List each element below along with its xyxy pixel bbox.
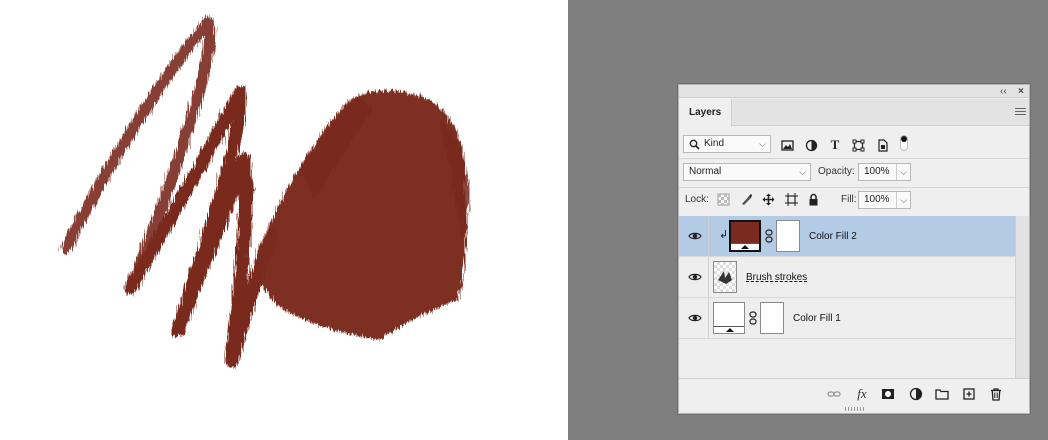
fill-field[interactable]: 100% ⌵ bbox=[858, 191, 911, 209]
visibility-column bbox=[679, 257, 709, 297]
search-icon bbox=[689, 139, 700, 150]
eye-icon[interactable] bbox=[688, 312, 702, 324]
shape-filter-icon[interactable] bbox=[851, 138, 865, 152]
layer-name[interactable]: Color Fill 1 bbox=[793, 313, 841, 325]
chevron-down-icon: ⌵ bbox=[896, 164, 907, 180]
panel-tab-row: Layers bbox=[679, 99, 1029, 127]
filter-kind-label: Kind bbox=[704, 138, 725, 149]
visibility-column bbox=[679, 216, 709, 256]
color-fill-thumbnail[interactable] bbox=[729, 220, 761, 252]
link-chain-icon[interactable] bbox=[749, 311, 757, 325]
collapse-panel-icon[interactable]: ‹‹ bbox=[1000, 85, 1007, 98]
layer-row[interactable]: Brush strokes bbox=[679, 257, 1015, 298]
chevron-down-icon: ⌵ bbox=[896, 192, 907, 208]
link-layers-icon[interactable] bbox=[826, 386, 842, 402]
fill-value: 100% bbox=[864, 194, 890, 205]
document-canvas[interactable] bbox=[0, 0, 568, 440]
type-filter-icon[interactable]: T bbox=[828, 137, 842, 152]
new-group-folder-icon[interactable] bbox=[934, 386, 950, 402]
lock-row: Lock: Fill: 100% ⌵ bbox=[679, 191, 1029, 211]
fx-layer-style-icon[interactable]: fx bbox=[854, 386, 870, 402]
layer-name[interactable]: Color Fill 2 bbox=[809, 231, 857, 243]
lock-position-icon[interactable] bbox=[762, 193, 776, 207]
brush-strokes-artwork bbox=[60, 16, 470, 367]
blend-mode-dropdown[interactable]: Normal ⌵ bbox=[683, 163, 811, 181]
blend-mode-value: Normal bbox=[689, 166, 722, 177]
hamburger-menu-icon[interactable] bbox=[1015, 108, 1026, 117]
prevent-autonest-icon[interactable] bbox=[785, 193, 799, 207]
layer-filter-row: Kind ⌵ T bbox=[679, 135, 1029, 155]
layers-scrollbar[interactable] bbox=[1015, 216, 1029, 378]
chevron-down-icon: ⌵ bbox=[759, 139, 766, 149]
chevron-down-icon: ⌵ bbox=[799, 167, 806, 177]
blend-row: Normal ⌵ Opacity: 100% ⌵ bbox=[679, 163, 1029, 183]
resize-grip[interactable] bbox=[845, 407, 865, 411]
trash-delete-icon[interactable] bbox=[988, 386, 1004, 402]
new-layer-icon[interactable] bbox=[961, 386, 977, 402]
clipping-mask-arrow-icon: ↲ bbox=[719, 229, 729, 241]
layers-panel: ‹‹ × Layers Kind ⌵ T Normal ⌵ Opacity: 1… bbox=[678, 84, 1030, 414]
opacity-field[interactable]: 100% ⌵ bbox=[858, 163, 911, 181]
image-filter-icon[interactable] bbox=[780, 138, 794, 152]
link-chain-icon[interactable] bbox=[765, 229, 773, 243]
panel-title-strip: ‹‹ × bbox=[679, 85, 1029, 98]
tab-layers[interactable]: Layers bbox=[679, 99, 733, 127]
opacity-label: Opacity: bbox=[818, 166, 855, 177]
layer-row[interactable]: Color Fill 1 bbox=[679, 298, 1015, 339]
filter-on-off-toggle[interactable] bbox=[900, 135, 908, 151]
layer-name[interactable]: Brush strokes bbox=[746, 272, 807, 284]
lock-all-icon[interactable] bbox=[807, 193, 821, 207]
layer-mask-thumbnail[interactable] bbox=[776, 220, 800, 252]
lock-transparent-pixels-icon[interactable] bbox=[717, 193, 731, 207]
layers-bottom-toolbar: fx bbox=[679, 378, 1029, 406]
eye-icon[interactable] bbox=[688, 271, 702, 283]
lock-label: Lock: bbox=[685, 194, 709, 205]
visibility-column bbox=[679, 298, 709, 338]
color-fill-thumbnail[interactable] bbox=[713, 302, 745, 334]
adjustment-filter-icon[interactable] bbox=[804, 138, 818, 152]
smart-object-filter-icon[interactable] bbox=[875, 138, 889, 152]
layer-mask-thumbnail[interactable] bbox=[760, 302, 784, 334]
eye-icon[interactable] bbox=[688, 230, 702, 242]
fill-label: Fill: bbox=[841, 194, 857, 205]
opacity-value: 100% bbox=[864, 166, 890, 177]
lock-image-pixels-icon[interactable] bbox=[740, 193, 754, 207]
new-adjustment-layer-icon[interactable] bbox=[908, 386, 924, 402]
brush-strokes-thumbnail[interactable] bbox=[713, 261, 737, 293]
add-mask-icon[interactable] bbox=[880, 386, 896, 402]
filter-kind-dropdown[interactable]: Kind ⌵ bbox=[683, 135, 771, 153]
layers-list: ↲ Color Fill 2 Brush strokes Color Fill … bbox=[679, 216, 1015, 378]
close-panel-icon[interactable]: × bbox=[1018, 85, 1024, 98]
layer-row[interactable]: ↲ Color Fill 2 bbox=[679, 216, 1015, 257]
